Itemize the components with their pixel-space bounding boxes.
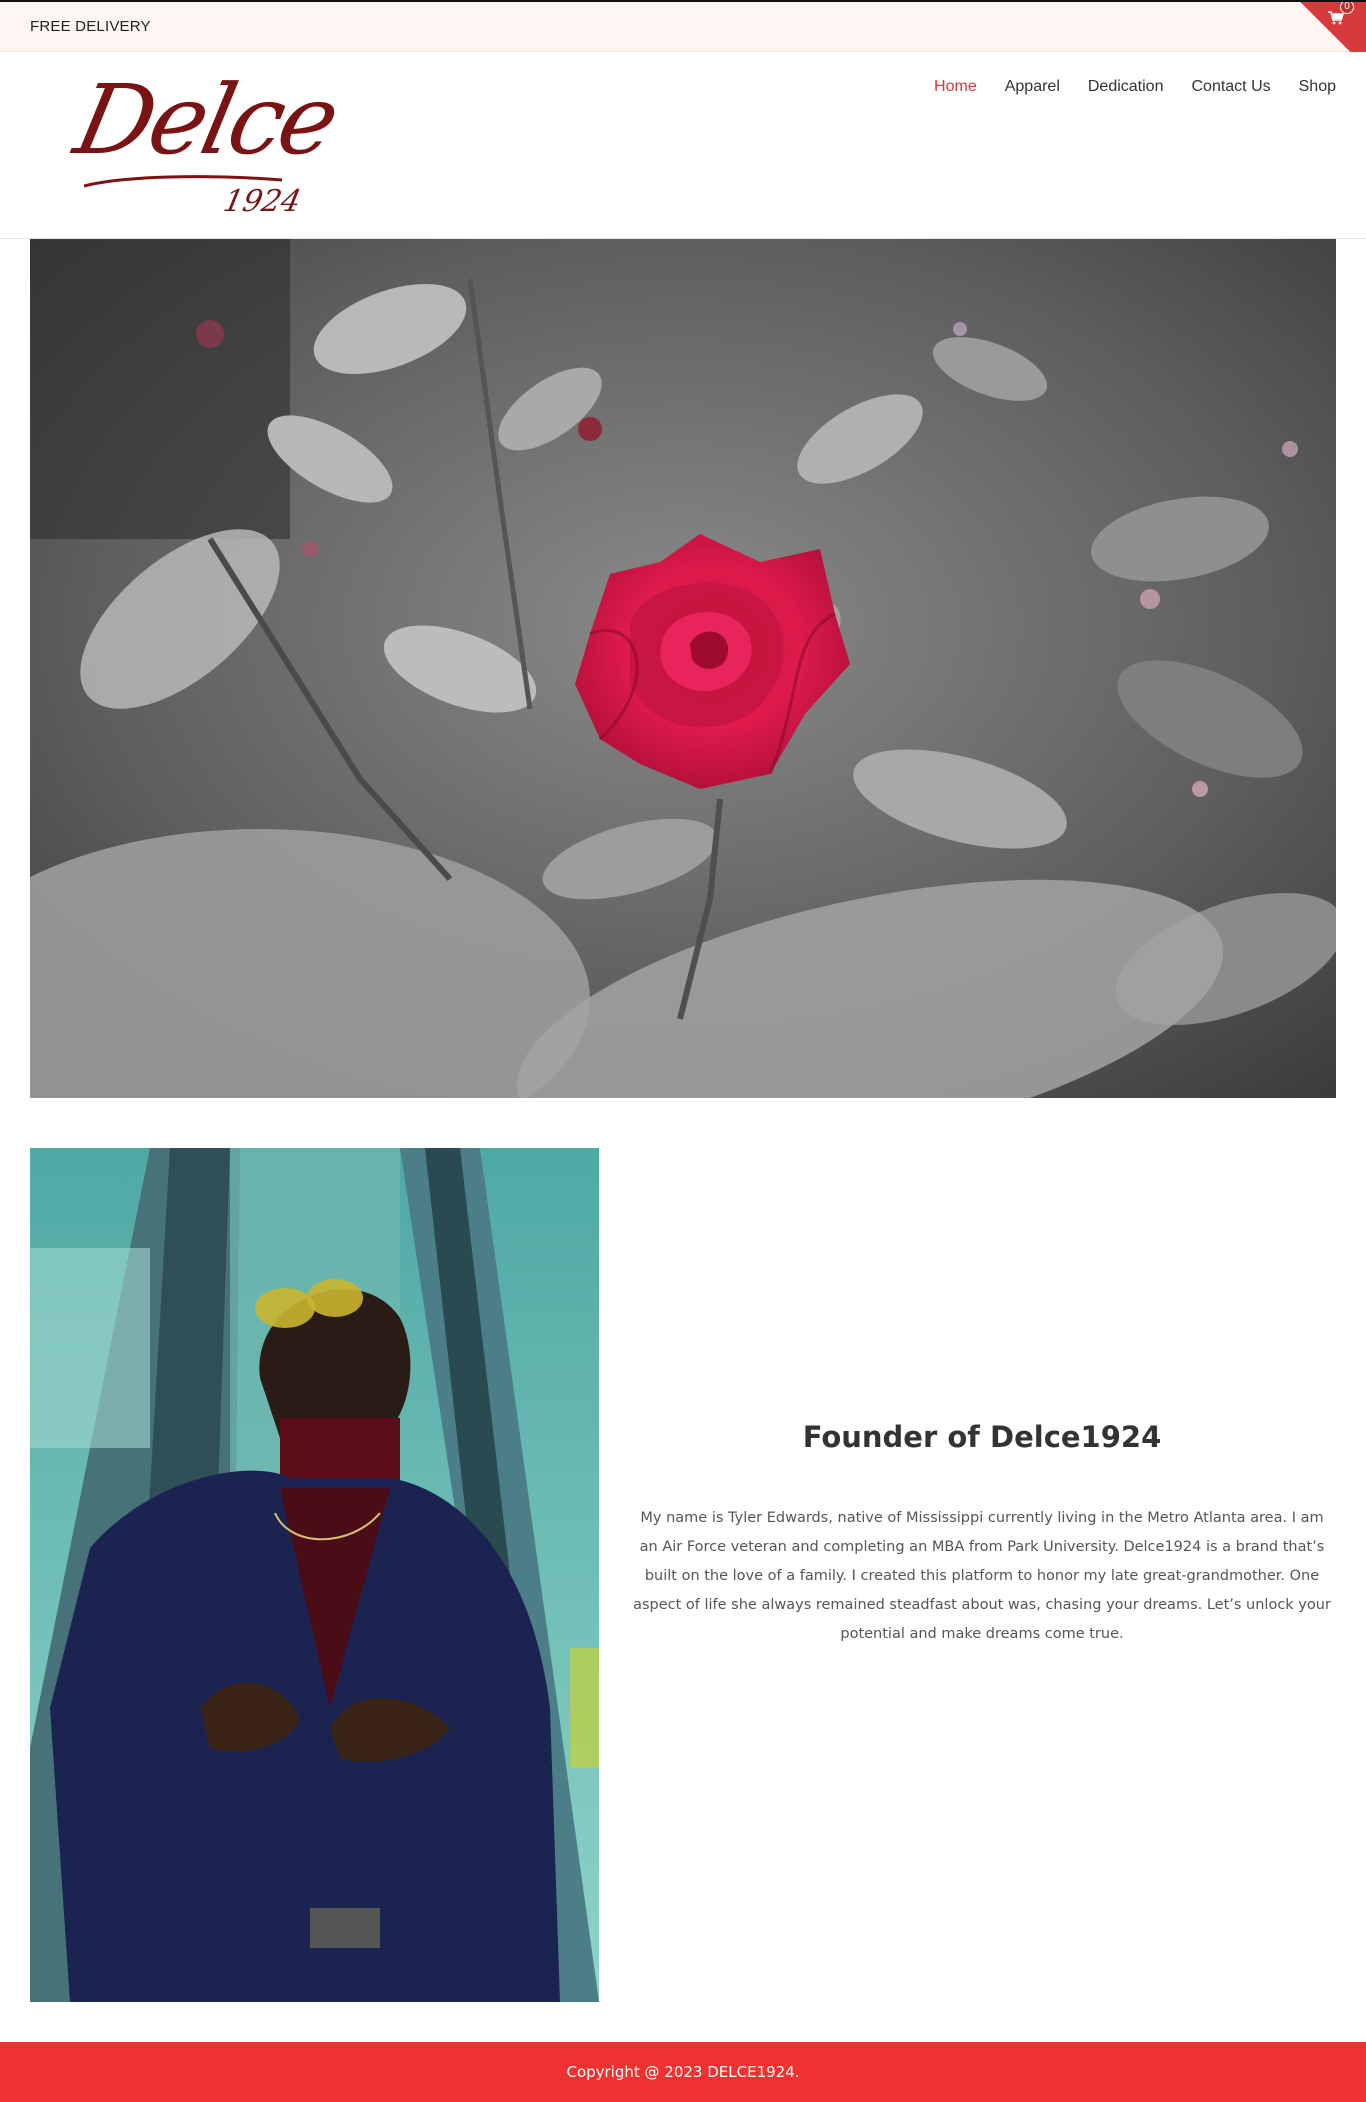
site-header: Delce 1924 Home Apparel Dedication Conta…: [0, 52, 1366, 239]
hero-rose-image: [30, 239, 1336, 1098]
copyright-text: Copyright @ 2023 DELCE1924.: [566, 2063, 800, 2081]
founder-section: Founder of Delce1924 My name is Tyler Ed…: [630, 1420, 1334, 1649]
logo-wordmark: Delce: [66, 64, 345, 176]
site-footer: Copyright @ 2023 DELCE1924.: [0, 2042, 1366, 2102]
nav-dedication[interactable]: Dedication: [1088, 78, 1164, 96]
logo-year: 1924: [220, 184, 305, 219]
nav-home[interactable]: Home: [934, 78, 977, 96]
nav-apparel[interactable]: Apparel: [1005, 78, 1060, 96]
nav-shop[interactable]: Shop: [1299, 78, 1336, 96]
founder-portrait-image: [30, 1148, 599, 2002]
cart-icon: [1328, 11, 1344, 25]
main-nav: Home Apparel Dedication Contact Us Shop: [934, 78, 1336, 96]
promo-text: FREE DELIVERY: [30, 18, 151, 35]
brand-logo[interactable]: Delce 1924: [66, 64, 345, 232]
cart-button[interactable]: 0: [1296, 2, 1366, 54]
nav-contact-us[interactable]: Contact Us: [1191, 78, 1270, 96]
top-bar: FREE DELIVERY 0: [0, 0, 1366, 54]
founder-title: Founder of Delce1924: [802, 1420, 1162, 1454]
founder-bio: My name is Tyler Edwards, native of Miss…: [633, 1510, 1331, 1642]
